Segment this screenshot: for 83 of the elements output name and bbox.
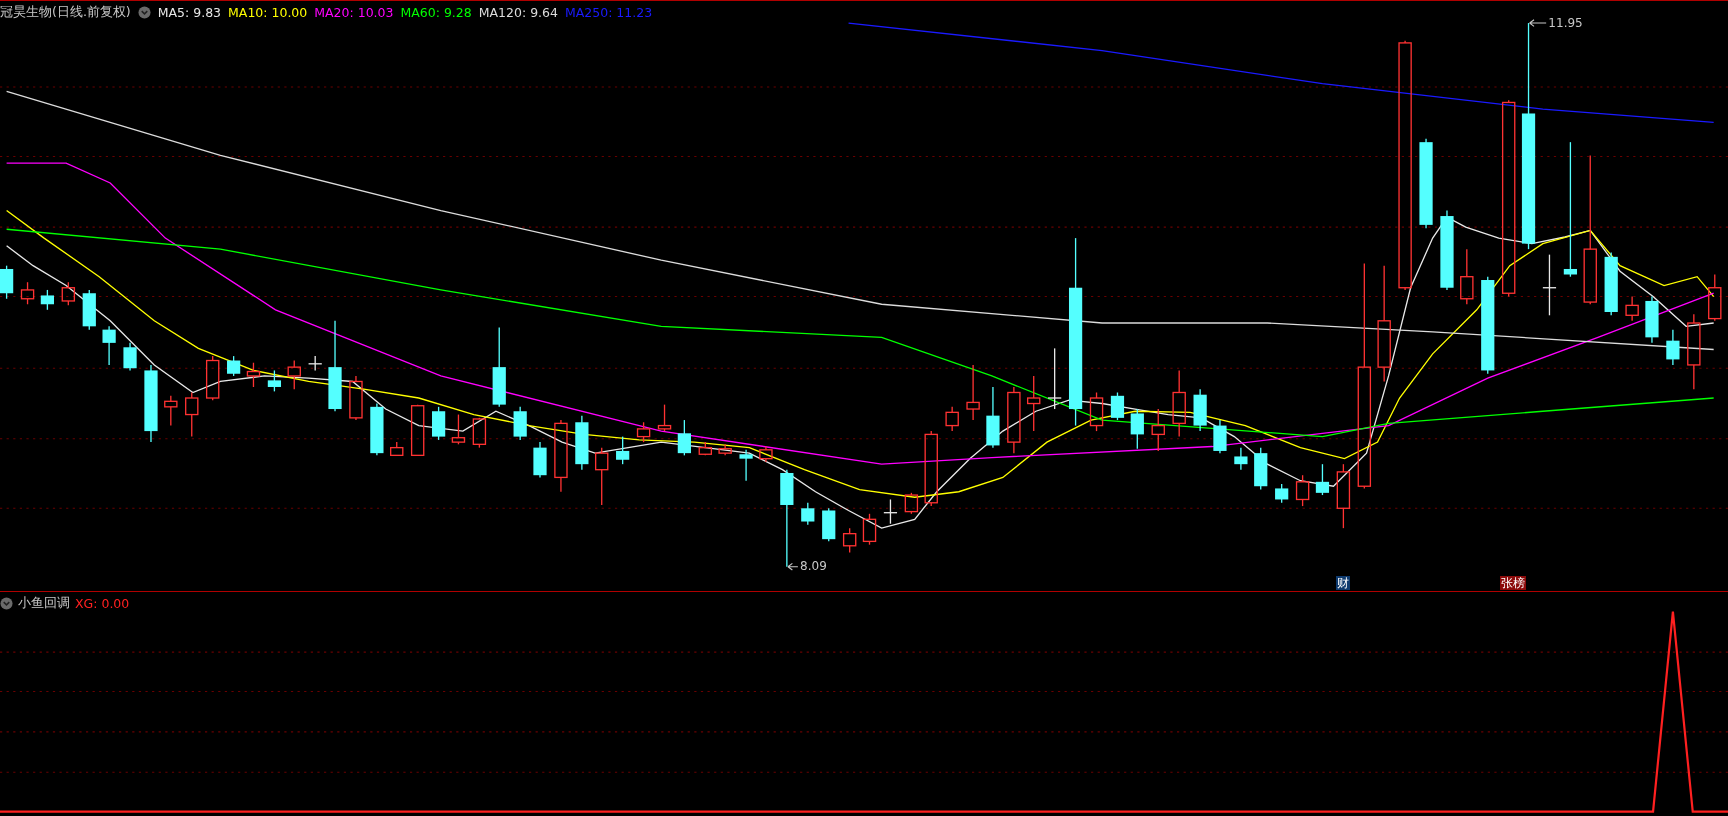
moving-average-value: MA5: 9.83	[157, 5, 222, 20]
price-label: 8.09	[800, 559, 827, 573]
candlestick	[227, 355, 241, 377]
candlestick	[0, 265, 14, 300]
candlestick	[40, 289, 54, 311]
candlestick	[1625, 295, 1639, 322]
candlestick	[842, 527, 857, 554]
stock-title: 冠昊生物(日线.前复权)	[0, 4, 131, 21]
indicator-title: 小鱼回调	[18, 595, 70, 612]
candlestick	[61, 281, 76, 307]
candlestick	[1295, 474, 1310, 507]
candlestick	[986, 386, 1000, 449]
candlestick	[1604, 251, 1618, 316]
candlestick	[636, 421, 651, 443]
moving-average-value: MA10: 10.00	[228, 5, 308, 20]
candlestick	[472, 417, 487, 449]
candlestick	[575, 415, 589, 471]
candlestick	[883, 498, 898, 525]
candlestick	[287, 359, 301, 390]
candlestick	[164, 395, 178, 427]
candlestick	[185, 391, 199, 438]
candlestick	[102, 325, 116, 366]
candlestick	[1460, 248, 1474, 305]
candlestick	[267, 369, 281, 393]
candlestick	[1213, 419, 1227, 454]
candlestick	[1089, 391, 1104, 432]
indicator-reading: XG: 0.00	[75, 596, 130, 611]
candlestick	[1027, 375, 1041, 432]
candlestick	[1254, 446, 1268, 491]
moving-average-value: MA60: 9.28	[400, 5, 472, 20]
moving-average-value: MA250: 11.23	[564, 5, 653, 20]
candlestick	[513, 406, 527, 441]
candlestick	[370, 402, 384, 457]
chevron-down-icon[interactable]	[137, 6, 151, 19]
candlestick	[205, 355, 220, 401]
candlestick	[307, 355, 323, 372]
candlestick	[1193, 388, 1207, 432]
candlestick	[595, 446, 609, 506]
candlestick	[1130, 408, 1144, 450]
candlestick	[966, 364, 980, 421]
candlestick	[432, 406, 446, 441]
candlestick	[1234, 446, 1248, 471]
candlestick	[1542, 254, 1557, 316]
candlestick	[698, 441, 713, 457]
candlestick	[945, 406, 959, 432]
moving-average-value: MA20: 10.03	[314, 5, 394, 20]
candlestick	[1275, 483, 1289, 504]
candlestick	[904, 492, 919, 515]
candlestick	[390, 441, 404, 457]
candlestick	[349, 375, 363, 421]
candlestick	[657, 403, 672, 432]
candlestick	[616, 435, 630, 465]
event-marker[interactable]: 张榜	[1499, 576, 1526, 590]
candlestick	[677, 419, 691, 457]
candlestick	[82, 289, 96, 331]
candlestick	[410, 403, 425, 457]
candlestick	[533, 441, 547, 479]
candlestick	[1336, 463, 1351, 529]
candlestick	[1007, 386, 1021, 454]
candlestick	[1666, 328, 1680, 366]
moving-average-value: MA120: 9.64	[478, 5, 558, 20]
candlestick	[20, 281, 35, 305]
candlestick	[1047, 347, 1062, 410]
candlestick	[801, 502, 815, 526]
candlestick	[1151, 408, 1165, 452]
chevron-down-icon[interactable]	[0, 597, 13, 610]
candlestick	[822, 507, 836, 543]
leader-line	[787, 562, 799, 571]
candlestick	[1315, 463, 1330, 496]
candlestick	[246, 362, 261, 388]
candlestick	[1110, 391, 1125, 421]
candlestick	[739, 449, 753, 482]
candlestick	[123, 342, 137, 372]
candlestick	[1172, 369, 1186, 438]
candlestick	[718, 443, 732, 457]
candlestick	[1708, 273, 1722, 322]
candlestick	[862, 513, 877, 546]
candlestick	[451, 413, 466, 445]
price-label: 11.95	[1548, 16, 1583, 31]
event-marker[interactable]: 财	[1335, 576, 1350, 590]
candlestick	[1645, 295, 1659, 344]
candlestick	[759, 445, 773, 463]
leader-line	[1529, 19, 1547, 27]
